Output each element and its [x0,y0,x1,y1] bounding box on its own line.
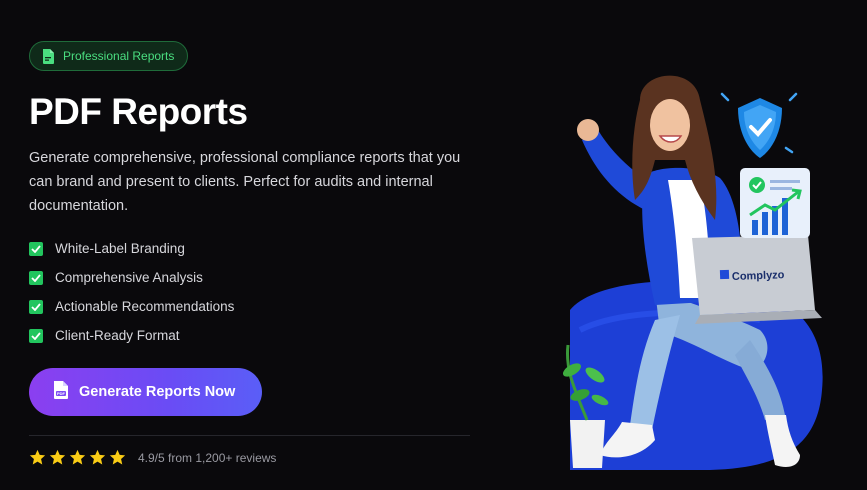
star-rating [29,449,126,466]
feature-label: Actionable Recommendations [55,299,235,314]
checkmark-icon [29,270,43,285]
chart-card-icon [740,168,810,238]
page-title: PDF Reports [29,91,248,132]
feature-item: Client-Ready Format [29,321,474,350]
shield-check-icon [720,92,798,158]
checkmark-icon [29,328,43,343]
pdf-file-icon [42,48,55,64]
hero-illustration: Complyzo [562,75,823,470]
laptop-icon: Complyzo [692,235,822,324]
star-icon [49,449,66,465]
badge-label: Professional Reports [63,49,175,63]
rating-text: 4.9/5 from 1,200+ reviews [138,450,277,465]
page-description: Generate comprehensive, professional com… [29,150,461,214]
generate-reports-button[interactable]: PDF Generate Reports Now [29,368,262,416]
pdf-icon: PDF [53,381,69,403]
star-icon [69,449,86,465]
checkmark-icon [29,241,43,256]
hero-copy: Professional Reports PDF Reports Generat… [29,41,474,466]
divider [29,435,470,436]
feature-item: White-Label Branding [29,234,474,263]
category-badge: Professional Reports [29,41,189,71]
svg-text:PDF: PDF [57,391,66,396]
star-icon [89,449,106,465]
star-icon [109,449,126,465]
feature-item: Actionable Recommendations [29,292,474,321]
laptop-brand-label: Complyzo [732,269,785,283]
feature-label: White-Label Branding [55,241,185,256]
feature-label: Comprehensive Analysis [55,270,203,285]
star-icon [29,449,46,465]
cta-label: Generate Reports Now [79,384,236,400]
feature-item: Comprehensive Analysis [29,263,474,292]
checkmark-icon [29,299,43,314]
rating-row: 4.9/5 from 1,200+ reviews [29,449,474,466]
feature-label: Client-Ready Format [55,328,180,343]
feature-list: White-Label Branding Comprehensive Analy… [29,234,474,350]
